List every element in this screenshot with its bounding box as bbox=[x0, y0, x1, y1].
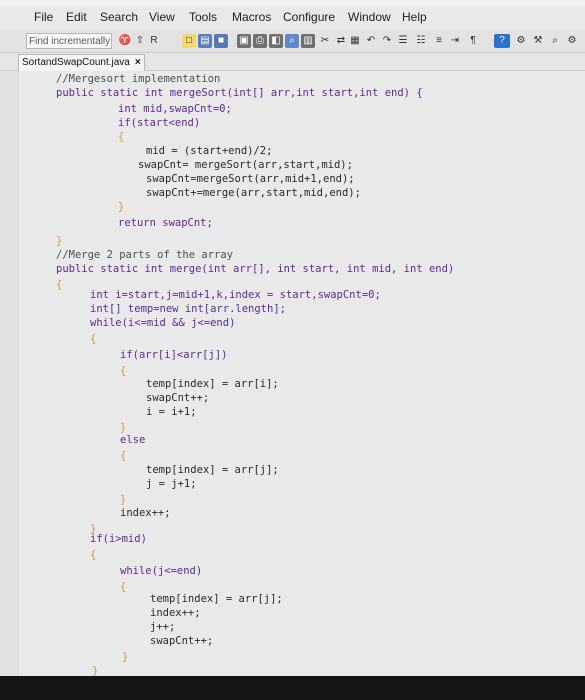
regex-icon[interactable]: R bbox=[147, 34, 161, 48]
paste-icon[interactable]: ▥ bbox=[301, 34, 315, 48]
code-line: //Mergesort implementation bbox=[56, 73, 221, 85]
align-left-icon[interactable]: ☰ bbox=[396, 34, 410, 48]
tab-strip: SortandSwapCount.java × bbox=[0, 53, 585, 71]
code-line: { bbox=[90, 333, 97, 345]
copy-icon[interactable]: ◧ bbox=[269, 34, 283, 48]
toolbar: Find incrementally ♈ ⇧ R □ ▤ ■ ▣ ⎙ ◧ ⌕ ▥… bbox=[0, 30, 585, 53]
tab-icon[interactable]: ⇥ bbox=[448, 34, 462, 48]
code-line: int mid,swapCnt=0; bbox=[118, 103, 232, 115]
zoom-icon[interactable]: ⌕ bbox=[548, 34, 562, 48]
code-line: index++; bbox=[120, 507, 171, 519]
code-line: return swapCnt; bbox=[118, 217, 213, 229]
settings-icon[interactable]: ⚙ bbox=[514, 34, 528, 48]
tools-icon[interactable]: ⚒ bbox=[531, 34, 545, 48]
code-line: i = i+1; bbox=[146, 406, 197, 418]
code-line: if(arr[i]<arr[j]) bbox=[120, 349, 228, 361]
close-icon[interactable]: × bbox=[135, 55, 141, 70]
photo-frame: File Edit Search View Tools Macros Confi… bbox=[0, 0, 585, 700]
code-line: { bbox=[90, 549, 97, 561]
code-line: swapCnt= mergeSort(arr,start,mid); bbox=[138, 159, 353, 171]
help-icon[interactable]: ? bbox=[494, 34, 510, 48]
align-right-icon[interactable]: ☷ bbox=[414, 34, 428, 48]
menu-bar: File Edit Search View Tools Macros Confi… bbox=[0, 6, 585, 31]
file-tab[interactable]: SortandSwapCount.java × bbox=[18, 54, 145, 71]
code-line: if(start<end) bbox=[118, 117, 201, 129]
code-line: swapCnt++; bbox=[146, 392, 210, 404]
code-line: temp[index] = arr[j]; bbox=[146, 464, 279, 476]
code-line: else bbox=[120, 434, 146, 446]
code-line: public static int merge(int arr[], int s… bbox=[56, 263, 455, 275]
format-icon[interactable]: ▦ bbox=[348, 34, 362, 48]
redo-icon[interactable]: ↷ bbox=[380, 34, 394, 48]
undo-icon[interactable]: ↶ bbox=[364, 34, 378, 48]
code-line: { bbox=[120, 581, 127, 593]
replace-icon[interactable]: ⇄ bbox=[334, 34, 348, 48]
menu-file[interactable]: File bbox=[34, 10, 53, 24]
menu-help[interactable]: Help bbox=[402, 10, 427, 24]
code-line: } bbox=[120, 422, 127, 434]
code-line: int[] temp=new int[arr.length]; bbox=[90, 303, 286, 315]
file-tab-label: SortandSwapCount.java bbox=[22, 57, 130, 68]
code-line: swapCnt+=merge(arr,start,mid,end); bbox=[146, 187, 361, 199]
cut-selection-icon[interactable]: ✂ bbox=[318, 34, 332, 48]
find-previous-icon[interactable]: ⇧ bbox=[133, 34, 147, 48]
code-line: } bbox=[118, 201, 125, 213]
match-case-icon[interactable]: ♈ bbox=[118, 34, 132, 48]
indent-icon[interactable]: ≡ bbox=[432, 34, 446, 48]
code-line: swapCnt++; bbox=[150, 635, 214, 647]
menu-edit[interactable]: Edit bbox=[66, 10, 87, 24]
menu-configure[interactable]: Configure bbox=[283, 10, 335, 24]
code-editor[interactable]: //Mergesort implementation public static… bbox=[0, 71, 585, 700]
code-line: } bbox=[120, 494, 127, 506]
menu-search[interactable]: Search bbox=[100, 10, 138, 24]
code-line: if(i>mid) bbox=[90, 533, 147, 545]
save-file-icon[interactable]: ■ bbox=[214, 34, 228, 48]
code-line: } bbox=[122, 651, 129, 663]
menu-view[interactable]: View bbox=[149, 10, 175, 24]
code-line: mid = (start+end)/2; bbox=[146, 145, 273, 157]
search-icon[interactable]: ⌕ bbox=[285, 34, 299, 48]
code-line: { bbox=[120, 450, 127, 462]
paragraph-icon[interactable]: ¶ bbox=[466, 34, 480, 48]
code-line: public static int mergeSort(int[] arr,in… bbox=[56, 87, 423, 99]
code-line: //Merge 2 parts of the array bbox=[56, 249, 234, 261]
menu-tools[interactable]: Tools bbox=[189, 10, 217, 24]
code-line: while(i<=mid && j<=end) bbox=[90, 317, 236, 329]
new-file-icon[interactable]: □ bbox=[182, 34, 196, 48]
extensions-icon[interactable]: ⚙ bbox=[565, 34, 579, 48]
code-line: index++; bbox=[150, 607, 201, 619]
bottom-dark-bar bbox=[0, 676, 585, 700]
code-line: { bbox=[118, 131, 125, 143]
find-incrementally-input[interactable]: Find incrementally bbox=[26, 33, 112, 49]
code-line: swapCnt=mergeSort(arr,mid+1,end); bbox=[146, 173, 355, 185]
print-icon[interactable]: ⎙ bbox=[253, 34, 267, 48]
line-gutter bbox=[0, 71, 19, 700]
open-file-icon[interactable]: ▤ bbox=[198, 34, 212, 48]
menu-macros[interactable]: Macros bbox=[232, 10, 271, 24]
code-line: j = j+1; bbox=[146, 478, 197, 490]
code-line: { bbox=[56, 279, 63, 291]
code-line: int i=start,j=mid+1,k,index = start,swap… bbox=[90, 289, 381, 301]
code-line: j++; bbox=[150, 621, 176, 633]
code-line: { bbox=[120, 365, 127, 377]
cut-icon[interactable]: ▣ bbox=[237, 34, 251, 48]
code-line: temp[index] = arr[i]; bbox=[146, 378, 279, 390]
code-line: while(j<=end) bbox=[120, 565, 203, 577]
code-line: } bbox=[56, 235, 63, 247]
menu-window[interactable]: Window bbox=[348, 10, 391, 24]
code-line: temp[index] = arr[j]; bbox=[150, 593, 283, 605]
